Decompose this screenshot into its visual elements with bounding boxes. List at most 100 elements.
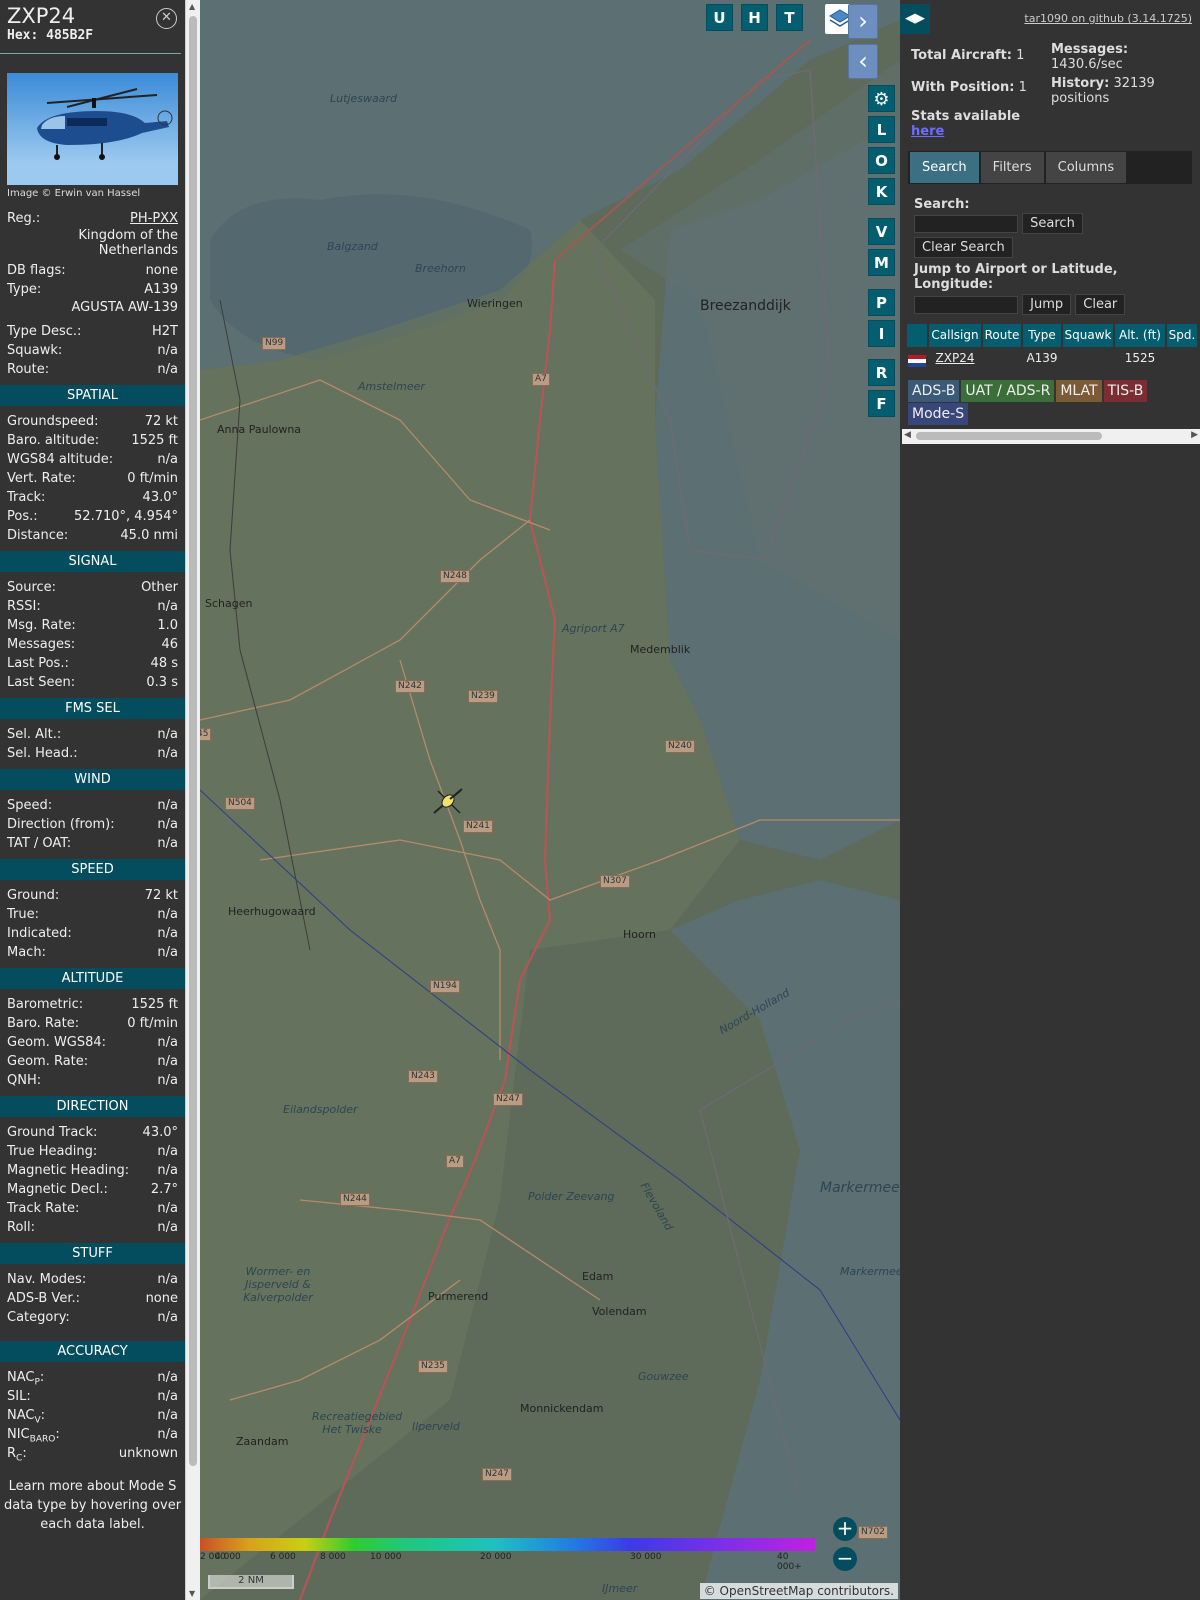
map-toggle-p-button[interactable]: P — [868, 289, 895, 316]
stats-here-link[interactable]: here — [911, 124, 944, 139]
field-label[interactable]: Route: — [7, 360, 49, 379]
field-label[interactable]: True: — [7, 905, 39, 924]
field-label[interactable]: Type: — [7, 280, 41, 299]
field-label[interactable]: Baro. altitude: — [7, 431, 99, 450]
field-label[interactable]: Direction (from): — [7, 815, 115, 834]
map-toggle-u-button[interactable]: U — [706, 4, 733, 31]
settings-gear-icon[interactable]: ⚙ — [868, 85, 895, 112]
scroll-down-icon[interactable]: ▼ — [189, 1589, 195, 1598]
map-toggle-l-button[interactable]: L — [868, 116, 895, 143]
field-label[interactable]: Source: — [7, 578, 56, 597]
tab-filters[interactable]: Filters — [980, 152, 1044, 183]
column-header[interactable]: Alt. (ft) — [1115, 324, 1165, 347]
field-label[interactable]: Sel. Alt.: — [7, 725, 61, 744]
field-label[interactable]: Nav. Modes: — [7, 1270, 86, 1289]
map-toggle-v-button[interactable]: V — [868, 218, 895, 245]
field-label[interactable]: DB flags: — [7, 261, 66, 280]
field-label[interactable]: RC: — [7, 1444, 27, 1464]
field-label[interactable]: Track: — [7, 488, 45, 507]
jump-button[interactable]: Jump — [1022, 294, 1072, 315]
jump-input[interactable] — [914, 295, 1018, 314]
chevron-right-icon[interactable]: › — [848, 4, 878, 39]
map-toggle-h-button[interactable]: H — [741, 4, 768, 31]
chevron-left-icon[interactable]: ‹ — [848, 44, 878, 79]
column-header[interactable]: Type — [1023, 324, 1061, 347]
map-toggle-r-button[interactable]: R — [868, 359, 895, 386]
field-label[interactable]: Track Rate: — [7, 1199, 79, 1218]
field-label[interactable]: RSSI: — [7, 597, 41, 616]
aircraft-photo[interactable] — [7, 73, 178, 185]
field-label[interactable]: TAT / OAT: — [7, 834, 71, 853]
field-label[interactable]: Barometric: — [7, 995, 83, 1014]
cell-callsign[interactable]: ZXP24 — [929, 347, 981, 369]
field-label[interactable]: NACV: — [7, 1406, 45, 1426]
field-label[interactable]: Last Seen: — [7, 673, 75, 692]
field-label[interactable]: QNH: — [7, 1071, 41, 1090]
map-toggle-o-button[interactable]: O — [868, 147, 895, 174]
clear-search-button[interactable]: Clear Search — [914, 237, 1013, 258]
table-row[interactable]: ZXP24 A139 1525 — [907, 347, 1200, 369]
registration-link[interactable]: PH-PXX — [130, 209, 178, 228]
scrollbar-thumb[interactable] — [189, 16, 197, 1466]
field-label[interactable]: Msg. Rate: — [7, 616, 76, 635]
map-toggle-k-button[interactable]: K — [868, 178, 895, 205]
column-header[interactable]: Callsign — [929, 324, 981, 347]
field-label[interactable]: True Heading: — [7, 1142, 97, 1161]
field-label[interactable]: Distance: — [7, 526, 68, 545]
hscroll-thumb[interactable] — [916, 432, 1102, 440]
field-label[interactable]: Magnetic Heading: — [7, 1161, 129, 1180]
search-input[interactable] — [914, 214, 1018, 233]
column-header[interactable]: Spd. — [1167, 324, 1197, 347]
field-label[interactable]: Indicated: — [7, 924, 72, 943]
field-label[interactable]: Ground Track: — [7, 1123, 97, 1142]
field-label[interactable]: Messages: — [7, 635, 75, 654]
field-label[interactable]: Category: — [7, 1308, 70, 1327]
field-label[interactable]: WGS84 altitude: — [7, 450, 113, 469]
field-label[interactable]: Type Desc.: — [7, 322, 81, 341]
column-header[interactable]: Squawk — [1063, 324, 1113, 347]
tab-columns[interactable]: Columns — [1045, 152, 1127, 183]
column-header[interactable] — [907, 324, 927, 347]
map-toggle-i-button[interactable]: I — [868, 320, 895, 347]
source-badge: TIS-B — [1103, 380, 1148, 402]
column-header[interactable]: Route — [983, 324, 1021, 347]
field-label[interactable]: SIL: — [7, 1387, 31, 1406]
table-horizontal-scrollbar[interactable]: ◀ ▶ — [902, 429, 1200, 444]
osm-attribution-link[interactable]: © OpenStreetMap — [704, 1584, 814, 1598]
scroll-up-icon[interactable]: ▲ — [189, 2, 195, 11]
map-view[interactable]: Lutjeswaard Balgzand Breehorn Wieringen Bree… — [200, 0, 900, 1600]
zoom-out-icon[interactable]: − — [833, 1547, 857, 1571]
field-label[interactable]: ADS-B Ver.: — [7, 1289, 80, 1308]
field-label[interactable]: Groundspeed: — [7, 412, 98, 431]
field-label[interactable]: Geom. Rate: — [7, 1052, 88, 1071]
search-button[interactable]: Search — [1022, 213, 1083, 234]
field-label[interactable]: Ground: — [7, 886, 59, 905]
field-label[interactable]: Baro. Rate: — [7, 1014, 79, 1033]
map-toggle-m-button[interactable]: M — [868, 249, 895, 276]
field-label[interactable]: Magnetic Decl.: — [7, 1180, 108, 1199]
info-panel-scrollbar[interactable]: ▲ ▼ — [185, 0, 200, 1600]
field-label[interactable]: Roll: — [7, 1218, 35, 1237]
field-label[interactable]: Mach: — [7, 943, 46, 962]
field-label[interactable]: Pos.: — [7, 507, 38, 526]
sidebar-toggle-icon[interactable]: ◀▶ — [900, 4, 930, 34]
close-icon[interactable]: ✕ — [156, 8, 177, 29]
clear-button[interactable]: Clear — [1075, 294, 1126, 315]
aircraft-marker-icon[interactable] — [430, 783, 466, 819]
map-toggle-f-button[interactable]: F — [868, 390, 895, 417]
scroll-left-icon[interactable]: ◀ — [904, 430, 911, 440]
field-label[interactable]: NACP: — [7, 1368, 44, 1388]
github-link[interactable]: tar1090 on github (3.14.1725) — [1024, 12, 1192, 25]
field-label[interactable]: Last Pos.: — [7, 654, 69, 673]
scroll-right-icon[interactable]: ▶ — [1191, 430, 1198, 440]
map-toggle-t-button[interactable]: T — [776, 4, 803, 31]
field-label[interactable]: NICBARO: — [7, 1425, 60, 1445]
field-label[interactable]: Squawk: — [7, 341, 62, 360]
field-label[interactable]: Speed: — [7, 796, 52, 815]
field-label[interactable]: Geom. WGS84: — [7, 1033, 106, 1052]
field-label-text: Magnetic Heading: — [7, 1163, 130, 1178]
field-label[interactable]: Vert. Rate: — [7, 469, 76, 488]
field-label[interactable]: Sel. Head.: — [7, 744, 78, 763]
tab-search[interactable]: Search — [910, 152, 979, 183]
zoom-in-icon[interactable]: + — [833, 1517, 857, 1541]
